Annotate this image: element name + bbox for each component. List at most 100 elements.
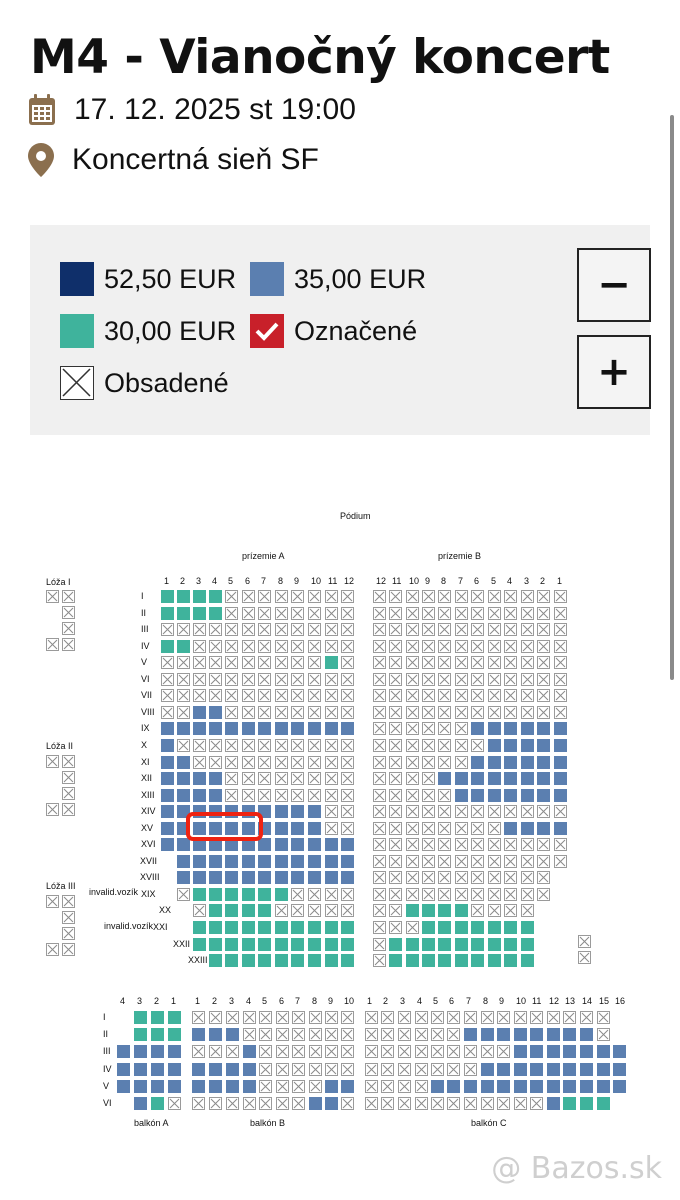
- seat-balkon-c[interactable]: [497, 1028, 510, 1042]
- seat-b[interactable]: [406, 937, 419, 951]
- seat-a[interactable]: [291, 722, 304, 736]
- seat-balkon-a[interactable]: [168, 1079, 181, 1093]
- seat-a[interactable]: [308, 821, 321, 835]
- seat-a[interactable]: [193, 871, 206, 885]
- seat-a[interactable]: [242, 871, 255, 885]
- seat-balkon-c[interactable]: [613, 1062, 626, 1076]
- seat-balkon-c[interactable]: [497, 1062, 510, 1076]
- seat-a[interactable]: [325, 722, 338, 736]
- seat-balkon-b[interactable]: [209, 1079, 222, 1093]
- seat-b[interactable]: [488, 921, 501, 934]
- seat-balkon-c[interactable]: [481, 1028, 494, 1042]
- seat-b[interactable]: [554, 821, 567, 835]
- seat-b[interactable]: [438, 772, 451, 786]
- seat-a[interactable]: [291, 805, 304, 819]
- seat-balkon-c[interactable]: [514, 1079, 527, 1093]
- zoom-in-button[interactable]: +: [577, 335, 651, 409]
- seat-balkon-b[interactable]: [192, 1062, 205, 1076]
- zoom-out-button[interactable]: −: [577, 248, 651, 322]
- seat-a[interactable]: [325, 854, 338, 868]
- seat-a[interactable]: [258, 887, 271, 901]
- seat-balkon-b[interactable]: [309, 1097, 322, 1110]
- seat-a[interactable]: [209, 772, 222, 786]
- seat-b[interactable]: [504, 921, 517, 934]
- seat-a[interactable]: [242, 954, 255, 968]
- seat-a[interactable]: [275, 805, 288, 819]
- seat-b[interactable]: [471, 937, 484, 951]
- seat-balkon-c[interactable]: [481, 1062, 494, 1076]
- seat-a[interactable]: [209, 705, 222, 719]
- seat-a[interactable]: [161, 738, 174, 752]
- seat-a[interactable]: [308, 937, 321, 951]
- seat-a[interactable]: [325, 656, 338, 670]
- seat-balkon-a[interactable]: [117, 1045, 130, 1059]
- seat-a[interactable]: [242, 887, 255, 901]
- seat-b[interactable]: [471, 788, 484, 802]
- scrollbar[interactable]: [670, 115, 674, 680]
- seat-a[interactable]: [209, 887, 222, 901]
- seat-b[interactable]: [537, 772, 550, 786]
- seat-balkon-c[interactable]: [563, 1079, 576, 1093]
- seat-a[interactable]: [193, 590, 206, 603]
- seat-balkon-c[interactable]: [481, 1079, 494, 1093]
- seat-a[interactable]: [177, 772, 190, 786]
- seat-a[interactable]: [258, 937, 271, 951]
- seat-balkon-c[interactable]: [563, 1062, 576, 1076]
- seat-b[interactable]: [389, 954, 402, 968]
- seat-balkon-c[interactable]: [580, 1045, 593, 1059]
- seat-a[interactable]: [193, 937, 206, 951]
- seat-a[interactable]: [341, 954, 354, 968]
- seat-a[interactable]: [161, 722, 174, 736]
- seat-a[interactable]: [177, 606, 190, 620]
- seat-b[interactable]: [537, 738, 550, 752]
- seat-a[interactable]: [325, 838, 338, 852]
- seat-balkon-b[interactable]: [209, 1028, 222, 1042]
- seat-balkon-c[interactable]: [464, 1079, 477, 1093]
- seat-b[interactable]: [422, 904, 435, 918]
- seat-balkon-a[interactable]: [168, 1045, 181, 1059]
- seat-balkon-a[interactable]: [151, 1097, 164, 1110]
- seat-balkon-a[interactable]: [134, 1011, 147, 1024]
- seat-a[interactable]: [258, 854, 271, 868]
- seat-a[interactable]: [225, 921, 238, 934]
- seat-balkon-a[interactable]: [134, 1028, 147, 1042]
- seat-a[interactable]: [193, 854, 206, 868]
- seat-a[interactable]: [177, 590, 190, 603]
- seat-a[interactable]: [161, 639, 174, 653]
- seat-b[interactable]: [537, 722, 550, 736]
- seat-a[interactable]: [225, 854, 238, 868]
- seat-balkon-c[interactable]: [547, 1028, 560, 1042]
- seat-a[interactable]: [209, 904, 222, 918]
- seat-balkon-c[interactable]: [447, 1079, 460, 1093]
- seat-b[interactable]: [471, 954, 484, 968]
- seat-b[interactable]: [521, 821, 534, 835]
- seat-balkon-c[interactable]: [580, 1079, 593, 1093]
- seat-a[interactable]: [209, 590, 222, 603]
- seat-a[interactable]: [325, 954, 338, 968]
- seat-a[interactable]: [275, 838, 288, 852]
- seat-b[interactable]: [537, 821, 550, 835]
- seat-balkon-c[interactable]: [514, 1062, 527, 1076]
- seat-balkon-c[interactable]: [563, 1097, 576, 1110]
- seat-a[interactable]: [325, 871, 338, 885]
- seat-a[interactable]: [225, 937, 238, 951]
- seat-balkon-c[interactable]: [530, 1062, 543, 1076]
- seat-balkon-b[interactable]: [226, 1079, 239, 1093]
- seat-a[interactable]: [161, 805, 174, 819]
- seat-b[interactable]: [554, 755, 567, 769]
- seat-balkon-c[interactable]: [580, 1028, 593, 1042]
- seat-b[interactable]: [504, 772, 517, 786]
- seat-a[interactable]: [308, 805, 321, 819]
- seat-b[interactable]: [422, 937, 435, 951]
- seat-b[interactable]: [504, 738, 517, 752]
- seat-b[interactable]: [521, 921, 534, 934]
- seat-b[interactable]: [488, 738, 501, 752]
- seat-balkon-c[interactable]: [563, 1045, 576, 1059]
- seat-b[interactable]: [521, 738, 534, 752]
- seat-b[interactable]: [455, 954, 468, 968]
- seat-a[interactable]: [209, 606, 222, 620]
- seat-balkon-b[interactable]: [192, 1028, 205, 1042]
- seat-b[interactable]: [554, 788, 567, 802]
- seat-a[interactable]: [193, 722, 206, 736]
- seat-a[interactable]: [193, 772, 206, 786]
